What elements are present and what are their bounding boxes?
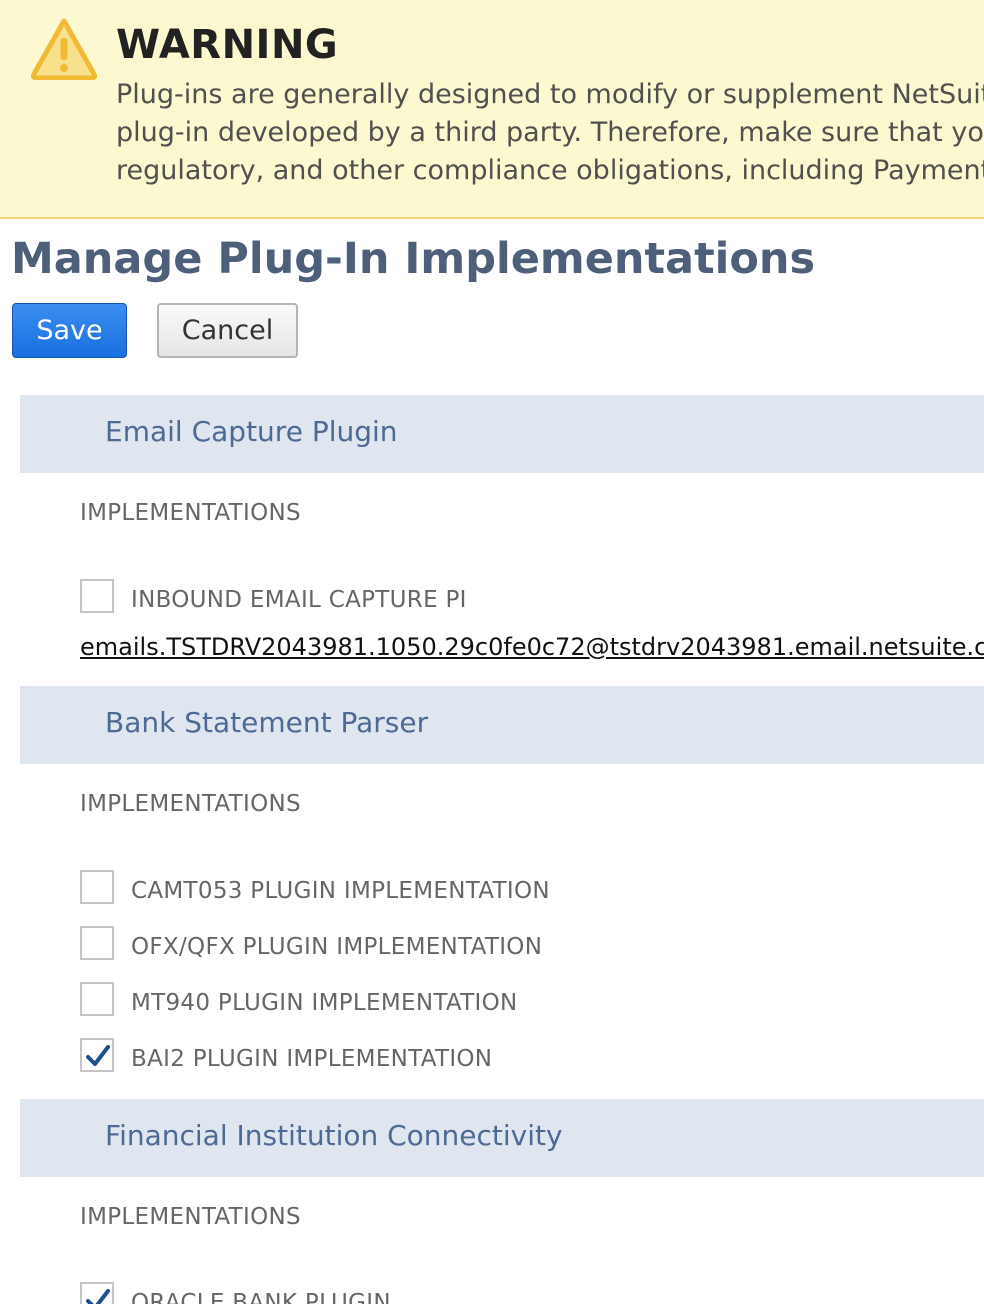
implementation-label: INBOUND EMAIL CAPTURE PI — [131, 587, 467, 613]
implementation-label: ORACLE BANK PLUGIN — [131, 1290, 391, 1304]
checkbox-inbound-email-capture[interactable] — [80, 579, 114, 613]
warning-message: Plug-ins are generally designed to modif… — [116, 76, 984, 190]
section-title: Bank Statement Parser — [105, 706, 429, 739]
warning-line: plug-in developed by a third party. Ther… — [116, 117, 984, 148]
save-button[interactable]: Save — [12, 303, 127, 358]
checkbox-camt053[interactable] — [80, 870, 114, 904]
warning-line: Plug-ins are generally designed to modif… — [116, 79, 984, 110]
implementation-label: BAI2 PLUGIN IMPLEMENTATION — [131, 1046, 493, 1072]
section-header-bank-statement-parser: Bank Statement Parser — [20, 686, 984, 764]
warning-title: WARNING — [116, 22, 339, 68]
implementation-label: MT940 PLUGIN IMPLEMENTATION — [131, 990, 518, 1016]
implementations-label: IMPLEMENTATIONS — [80, 500, 301, 526]
section-header-financial-institution: Financial Institution Connectivity — [20, 1099, 984, 1177]
checkbox-ofx-qfx[interactable] — [80, 926, 114, 960]
checkbox-bai2[interactable] — [80, 1038, 114, 1072]
section-title: Email Capture Plugin — [105, 415, 398, 448]
implementations-label: IMPLEMENTATIONS — [80, 791, 301, 817]
page-title: Manage Plug-In Implementations — [11, 234, 816, 284]
capture-email-link[interactable]: emails.TSTDRV2043981.1050.29c0fe0c72@tst… — [80, 633, 984, 661]
implementation-label: OFX/QFX PLUGIN IMPLEMENTATION — [131, 934, 543, 960]
implementation-row-mt940: MT940 PLUGIN IMPLEMENTATION — [80, 982, 960, 1018]
implementation-row-inbound-email: INBOUND EMAIL CAPTURE PI — [80, 579, 960, 615]
section-title: Financial Institution Connectivity — [105, 1119, 563, 1152]
checkmark-icon — [86, 1289, 110, 1304]
checkmark-icon — [86, 1045, 110, 1066]
warning-triangle-icon — [30, 16, 98, 81]
implementation-row-oracle-bank: ORACLE BANK PLUGIN — [80, 1282, 960, 1304]
implementation-label: CAMT053 PLUGIN IMPLEMENTATION — [131, 878, 550, 904]
warning-banner: WARNING Plug-ins are generally designed … — [0, 0, 984, 219]
implementation-row-bai2: BAI2 PLUGIN IMPLEMENTATION — [80, 1038, 960, 1074]
implementation-row-camt053: CAMT053 PLUGIN IMPLEMENTATION — [80, 870, 960, 906]
page: WARNING Plug-ins are generally designed … — [0, 0, 984, 1304]
section-header-email-capture: Email Capture Plugin — [20, 395, 984, 473]
checkbox-mt940[interactable] — [80, 982, 114, 1016]
implementation-row-ofx-qfx: OFX/QFX PLUGIN IMPLEMENTATION — [80, 926, 960, 962]
cancel-button[interactable]: Cancel — [157, 303, 298, 358]
checkbox-oracle-bank[interactable] — [80, 1282, 114, 1304]
warning-line: regulatory, and other compliance obligat… — [116, 155, 984, 186]
implementations-label: IMPLEMENTATIONS — [80, 1204, 301, 1230]
